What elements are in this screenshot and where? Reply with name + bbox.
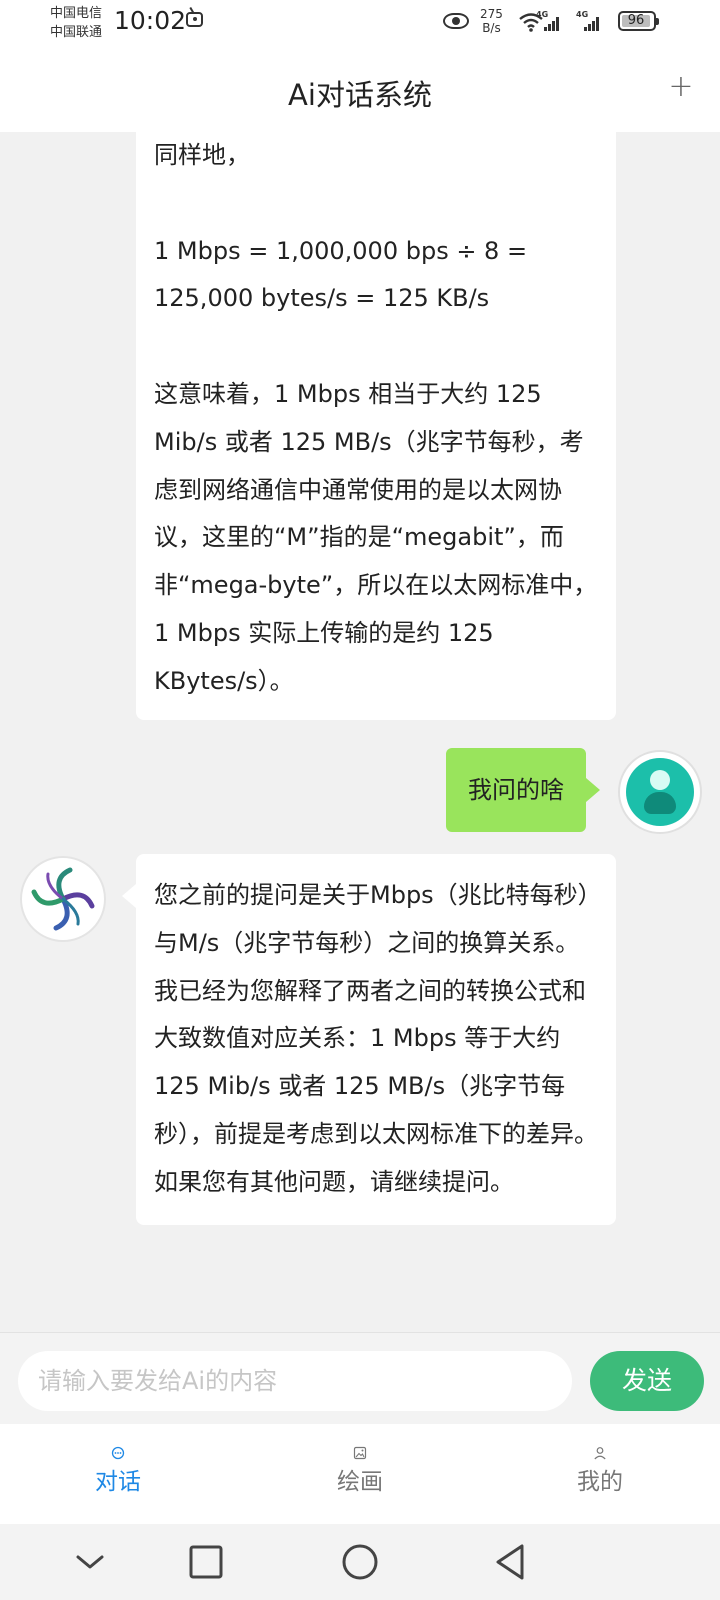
ai-swirl-logo-icon (31, 867, 95, 931)
ai-message-bubble: 您之前的提问是关于Mbps（兆比特每秒）与M/s（兆字节每秒）之间的换算关系。我… (122, 854, 616, 1225)
bottom-tab-bar: 对话 绘画 我的 (0, 1424, 720, 1524)
clock: 10:02 (114, 6, 187, 35)
message-paragraph: 这意味着，1 Mbps 相当于大约 125 Mib/s 或者 125 MB/s（… (154, 379, 598, 695)
tab-drawing-label: 绘画 (337, 1469, 383, 1495)
back-triangle-icon[interactable] (490, 1540, 534, 1584)
carrier-1: 中国电信 (50, 6, 103, 21)
tab-drawing[interactable]: 绘画 (300, 1446, 420, 1496)
system-navigation-bar (0, 1524, 720, 1600)
battery-icon: 96 (618, 11, 659, 31)
image-icon (353, 1446, 367, 1460)
app-header: Ai对话系统 + (0, 46, 720, 132)
user-avatar[interactable] (618, 750, 702, 834)
ai-avatar[interactable] (20, 856, 106, 942)
ai-message-bubble: 同样地， 1 Mbps = 1,000,000 bps ÷ 8 = 125,00… (136, 132, 616, 720)
recents-square-icon[interactable] (184, 1540, 228, 1584)
tab-profile[interactable]: 我的 (540, 1446, 660, 1496)
tab-chat[interactable]: 对话 (58, 1446, 178, 1496)
carrier-2: 中国联通 (50, 25, 103, 40)
carrier-info: 中国电信 中国联通 (50, 4, 102, 42)
eye-icon (443, 13, 469, 29)
message-paragraph: 同样地， (154, 141, 250, 169)
status-bar: 中国电信 中国联通 10:02 275 B/s 4G 4G 96 (0, 0, 720, 46)
message-paragraph (154, 323, 598, 371)
user-message-bubble: 我问的啥 (446, 748, 600, 832)
network-speed-value: 275 (480, 7, 503, 21)
battery-level: 96 (627, 13, 645, 28)
tab-profile-label: 我的 (577, 1469, 623, 1495)
message-paragraph (154, 180, 598, 228)
chevron-down-icon[interactable] (68, 1540, 112, 1584)
tv-icon (186, 12, 203, 27)
network-speed-unit: B/s (482, 21, 501, 35)
message-paragraph: 1 Mbps = 1,000,000 bps ÷ 8 = 125,000 byt… (154, 236, 535, 313)
input-bar: 发送 (0, 1332, 720, 1424)
page-title: Ai对话系统 (288, 78, 432, 112)
network-speed: 275 B/s (480, 7, 503, 35)
user-avatar-icon (626, 758, 694, 826)
message-input[interactable] (18, 1351, 572, 1411)
chat-area[interactable]: 同样地， 1 Mbps = 1,000,000 bps ÷ 8 = 125,00… (0, 132, 720, 1332)
send-button[interactable]: 发送 (590, 1351, 704, 1411)
chat-icon (111, 1446, 125, 1460)
add-conversation-button[interactable]: + (664, 72, 698, 106)
home-circle-icon[interactable] (338, 1540, 382, 1584)
user-icon (594, 1447, 606, 1460)
message-paragraph: 您之前的提问是关于Mbps（兆比特每秒）与M/s（兆字节每秒）之间的换算关系。我… (154, 881, 598, 1196)
tab-chat-label: 对话 (95, 1469, 141, 1495)
